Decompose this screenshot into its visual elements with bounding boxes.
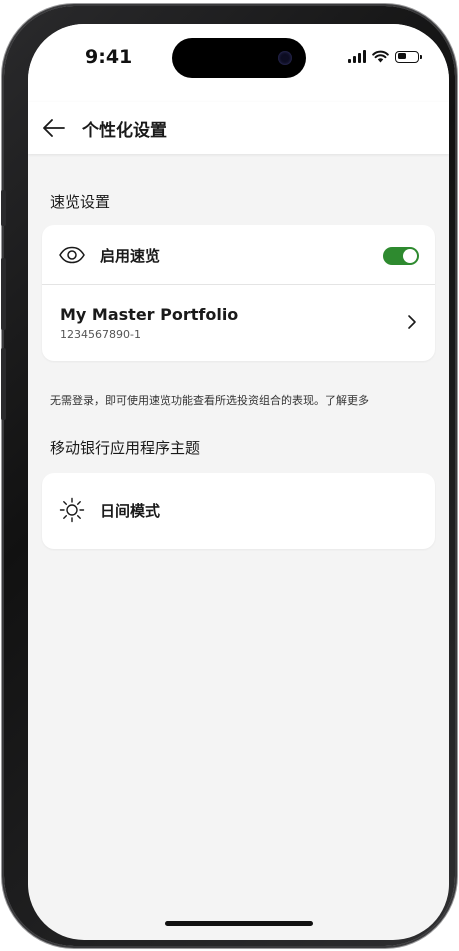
- day-mode-label: 日间模式: [100, 502, 161, 520]
- status-icons: [348, 50, 422, 63]
- theme-card: 日间模式: [42, 473, 435, 549]
- day-mode-row[interactable]: 日间模式: [42, 473, 435, 549]
- dynamic-island: [172, 38, 306, 78]
- quick-view-section-title: 速览设置: [50, 193, 111, 211]
- enable-quick-view-label: 启用速览: [100, 247, 161, 265]
- cellular-signal-icon: [348, 50, 366, 63]
- battery-icon: [395, 50, 422, 63]
- theme-section-title: 移动银行应用程序主题: [50, 439, 201, 457]
- chevron-right-icon: [408, 315, 416, 329]
- quick-view-hint: 无需登录，即可使用速览功能查看所选投资组合的表现。了解更多: [50, 394, 369, 407]
- back-button[interactable]: [40, 114, 68, 142]
- volume-up-button: [1, 258, 6, 330]
- action-button: [1, 190, 6, 226]
- battery-level: [397, 53, 406, 59]
- volume-down-button: [1, 348, 6, 420]
- toggle-knob: [403, 249, 417, 263]
- quick-view-toggle[interactable]: [383, 247, 419, 265]
- portfolio-row[interactable]: My Master Portfolio 1234567890-1: [42, 285, 435, 361]
- enable-quick-view-row: 启用速览: [42, 225, 435, 285]
- status-bar: 9:41: [28, 24, 449, 102]
- eye-icon: [58, 242, 86, 268]
- sun-icon: [58, 497, 86, 523]
- page-header: 个性化设置: [28, 102, 449, 154]
- portfolio-name: My Master Portfolio: [60, 305, 239, 324]
- quick-view-card: 启用速览 My Master Portfolio 1234567890-1: [42, 225, 435, 361]
- portfolio-number: 1234567890-1: [60, 328, 141, 341]
- page-title: 个性化设置: [82, 121, 167, 141]
- wifi-icon: [372, 50, 389, 63]
- arrow-left-icon: [43, 119, 65, 137]
- camera-icon: [278, 51, 292, 65]
- status-time: 9:41: [85, 46, 133, 68]
- screen: 9:41 个性化设置 速览设置 启用速览 My Master Portfolio…: [28, 24, 449, 940]
- home-indicator[interactable]: [165, 921, 313, 926]
